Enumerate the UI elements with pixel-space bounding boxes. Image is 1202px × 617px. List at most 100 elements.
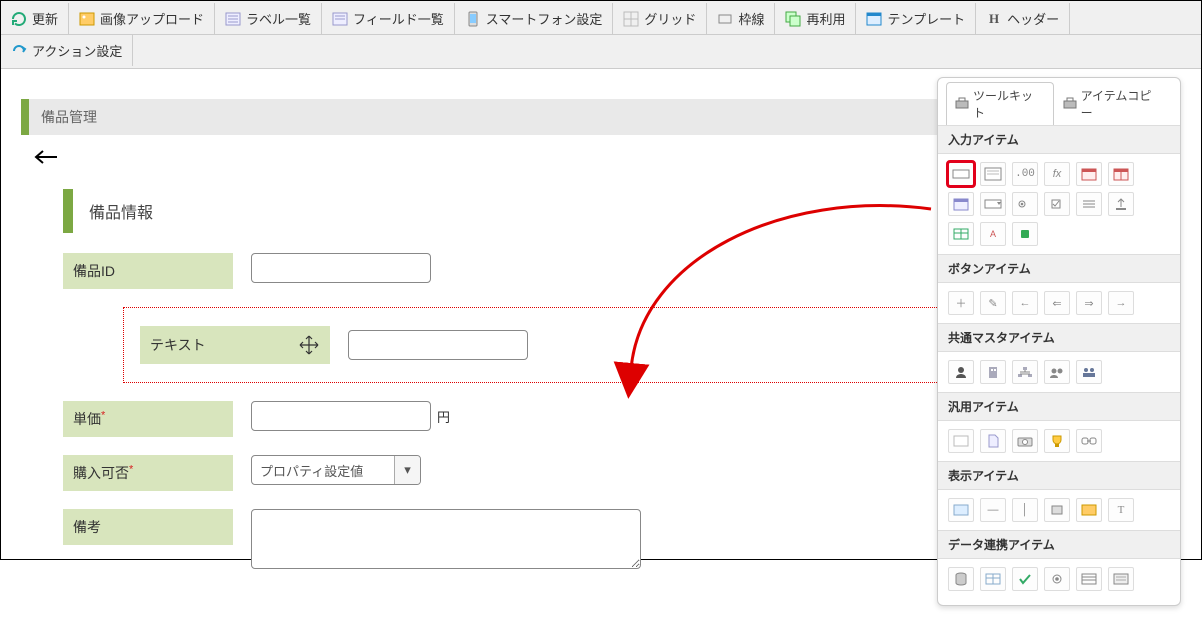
header-icon: H [986, 11, 1002, 27]
select-purchasable[interactable]: プロパティ設定値 ▾ [251, 455, 421, 485]
tool-btn-edit-icon[interactable]: ✎ [980, 291, 1006, 315]
tool-btn-back-icon[interactable]: ← [1012, 291, 1038, 315]
section-data-title: データ連携アイテム [938, 530, 1180, 559]
tool-textarea-icon[interactable] [980, 162, 1006, 186]
tool-link-icon[interactable] [1076, 429, 1102, 453]
tb-grid-label: グリッド [644, 9, 696, 28]
template-icon [866, 11, 882, 27]
tool-trophy-icon[interactable] [1044, 429, 1070, 453]
tab-toolkit[interactable]: ツールキット [946, 82, 1054, 125]
main-toolbar: 更新 画像アップロード ラベル一覧 フィールド一覧 スマートフォン設定 グリッド [1, 1, 1201, 69]
button-items-grid: ＋ ✎ ← ⇐ ⇒ → [938, 283, 1180, 323]
tool-btn-next-icon[interactable]: ⇒ [1076, 291, 1102, 315]
tool-grid2-icon[interactable] [980, 567, 1006, 591]
back-arrow[interactable] [21, 143, 71, 179]
tb-label-list[interactable]: ラベル一覧 [215, 3, 322, 34]
tb-field-list[interactable]: フィールド一覧 [322, 3, 455, 34]
tool-calendar3-icon[interactable] [948, 429, 974, 453]
section-button-title: ボタンアイテム [938, 254, 1180, 283]
tb-field-list-label: フィールド一覧 [353, 9, 444, 28]
chevron-down-icon[interactable]: ▾ [394, 456, 420, 484]
tool-list-icon[interactable] [1076, 192, 1102, 216]
tb-border-label: 枠線 [738, 9, 764, 28]
tool-panel-icon[interactable] [948, 498, 974, 522]
tab-itemcopy[interactable]: アイテムコピー [1054, 82, 1172, 125]
tb-update[interactable]: 更新 [1, 3, 69, 34]
tool-check2-icon[interactable] [1012, 567, 1038, 591]
section-general-title: 汎用アイテム [938, 392, 1180, 421]
tb-header-label: ヘッダー [1007, 9, 1059, 28]
tool-btn-forward-icon[interactable]: → [1108, 291, 1134, 315]
label-text-text: テキスト [150, 335, 206, 355]
tb-template-label: テンプレート [887, 9, 965, 28]
tool-user-icon[interactable] [948, 360, 974, 384]
refresh-icon [11, 11, 27, 27]
tool-people-icon[interactable] [1076, 360, 1102, 384]
section-master-title: 共通マスタアイテム [938, 323, 1180, 352]
tool-form-icon[interactable] [1108, 567, 1134, 591]
tool-image2-icon[interactable] [1076, 498, 1102, 522]
select-purchasable-value: プロパティ設定値 [252, 461, 394, 480]
tb-update-label: 更新 [32, 9, 58, 28]
reuse-icon [785, 11, 801, 27]
tool-camera-icon[interactable] [1012, 429, 1038, 453]
general-items-grid [938, 421, 1180, 461]
tool-radio-icon[interactable] [1012, 192, 1038, 216]
tool-orgchart-icon[interactable] [1012, 360, 1038, 384]
itemcopy-icon [1063, 97, 1077, 112]
tool-text-icon[interactable] [948, 162, 974, 186]
tb-grid[interactable]: グリッド [613, 3, 707, 34]
field-list-icon [332, 11, 348, 27]
tool-hr-icon[interactable]: — [980, 498, 1006, 522]
tool-group-icon[interactable] [1044, 360, 1070, 384]
textarea-remarks[interactable] [251, 509, 641, 569]
tab-toolkit-label: ツールキット [973, 87, 1045, 121]
label-id: 備品ID [63, 253, 233, 289]
price-unit: 円 [437, 407, 450, 426]
tb-action-label: アクション設定 [32, 41, 122, 60]
input-text[interactable] [348, 330, 528, 360]
tool-select-icon[interactable] [980, 192, 1006, 216]
section-input-title: 入力アイテム [938, 125, 1180, 154]
label-remarks: 備考 [63, 509, 233, 545]
tool-panel: ツールキット アイテムコピー 入力アイテム .00 fx A ボタンアイテム ＋… [937, 77, 1181, 606]
tb-header[interactable]: H ヘッダー [976, 3, 1070, 34]
tool-number-icon[interactable]: .00 [1012, 162, 1038, 186]
tool-table2-icon[interactable] [1076, 567, 1102, 591]
tool-btn-prev-icon[interactable]: ⇐ [1044, 291, 1070, 315]
tool-daterange-icon[interactable] [1108, 162, 1134, 186]
tb-label-list-label: ラベル一覧 [246, 9, 311, 28]
tb-action[interactable]: アクション設定 [1, 35, 133, 66]
tool-fx-icon[interactable]: fx [1044, 162, 1070, 186]
tool-box-icon[interactable] [1044, 498, 1070, 522]
tool-radio2-icon[interactable] [1044, 567, 1070, 591]
tool-btn-plus-icon[interactable]: ＋ [948, 291, 974, 315]
tb-template[interactable]: テンプレート [856, 3, 976, 34]
tb-reuse[interactable]: 再利用 [775, 3, 856, 34]
tool-richtext-icon[interactable]: A [980, 222, 1006, 246]
tool-label-T-icon[interactable]: T [1108, 498, 1134, 522]
display-items-grid: — │ T [938, 490, 1180, 530]
tb-smartphone[interactable]: スマートフォン設定 [455, 3, 614, 34]
tool-vr-icon[interactable]: │ [1012, 498, 1038, 522]
tool-file-icon[interactable] [980, 429, 1006, 453]
required-mark: * [129, 463, 133, 475]
list-icon [225, 11, 241, 27]
tool-calendar2-icon[interactable] [948, 192, 974, 216]
tool-checkbox-icon[interactable] [1044, 192, 1070, 216]
tb-border[interactable]: 枠線 [707, 3, 775, 34]
tb-reuse-label: 再利用 [806, 9, 845, 28]
tool-db-icon[interactable] [948, 567, 974, 591]
tool-stamp-icon[interactable] [1012, 222, 1038, 246]
tool-org-icon[interactable] [980, 360, 1006, 384]
move-icon[interactable] [298, 334, 320, 356]
tb-image-upload-label: 画像アップロード [100, 9, 204, 28]
tool-table-icon[interactable] [948, 222, 974, 246]
input-id[interactable] [251, 253, 431, 283]
tool-date-icon[interactable] [1076, 162, 1102, 186]
toolkit-icon [955, 97, 969, 112]
input-price[interactable] [251, 401, 431, 431]
tool-upload-icon[interactable] [1108, 192, 1134, 216]
action-icon [11, 43, 27, 59]
tb-image-upload[interactable]: 画像アップロード [69, 3, 215, 34]
